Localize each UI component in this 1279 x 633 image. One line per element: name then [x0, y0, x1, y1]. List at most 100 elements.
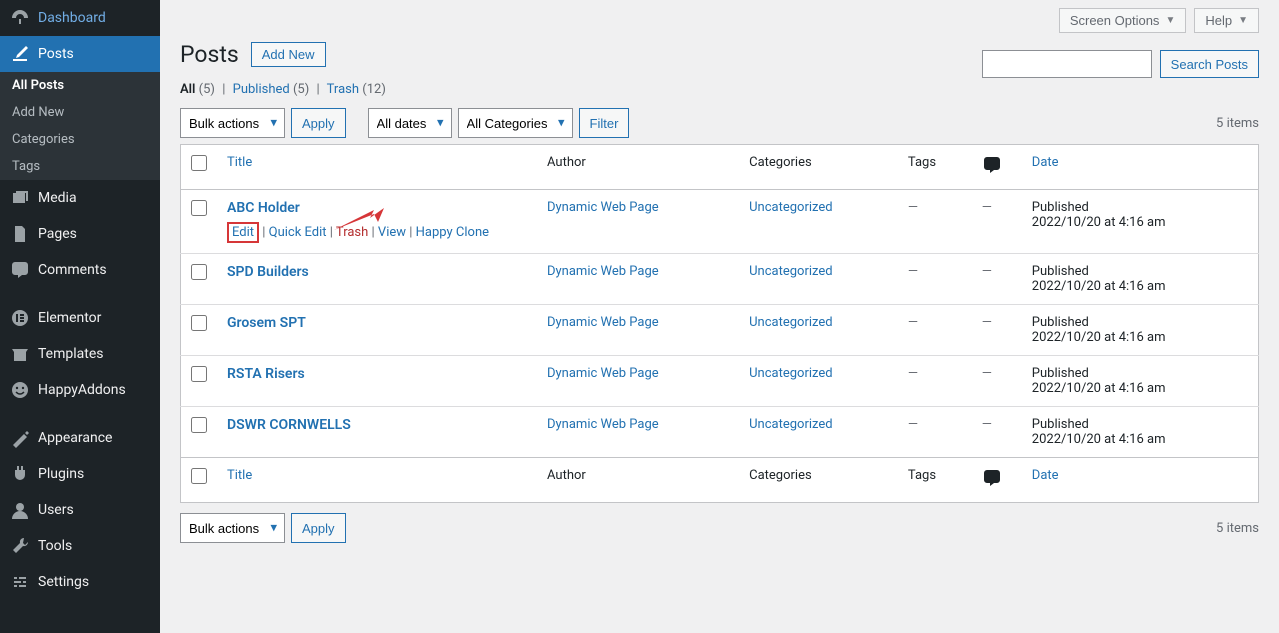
post-title-link[interactable]: Grosem SPT	[227, 315, 306, 331]
dashboard-icon	[10, 8, 30, 28]
sidebar-item-pages[interactable]: Pages	[0, 216, 160, 252]
category-link[interactable]: Uncategorized	[749, 315, 832, 330]
comments-cell: —	[982, 264, 992, 279]
happy-clone-link[interactable]: Happy Clone	[416, 225, 489, 240]
col-tags: Tags	[898, 458, 972, 503]
sidebar-item-plugins[interactable]: Plugins	[0, 456, 160, 492]
sidebar-sub-categories[interactable]: Categories	[0, 126, 160, 153]
comments-icon	[10, 260, 30, 280]
tags-cell: —	[908, 200, 918, 215]
sidebar-item-label: Posts	[38, 46, 74, 62]
templates-icon	[10, 344, 30, 364]
col-title[interactable]: Title	[227, 468, 252, 483]
appearance-icon	[10, 428, 30, 448]
col-date[interactable]: Date	[1032, 155, 1059, 170]
category-link[interactable]: Uncategorized	[749, 417, 832, 432]
author-link[interactable]: Dynamic Web Page	[547, 417, 659, 432]
author-link[interactable]: Dynamic Web Page	[547, 366, 659, 381]
posts-table: Title Author Categories Tags Date ABC Ho…	[180, 144, 1259, 503]
post-title-link[interactable]: RSTA Risers	[227, 366, 305, 382]
col-title[interactable]: Title	[227, 155, 252, 170]
sidebar-item-label: Pages	[38, 226, 77, 242]
sidebar-item-label: Templates	[38, 346, 104, 362]
sidebar-item-label: Settings	[38, 574, 89, 590]
select-all-checkbox-bottom[interactable]	[191, 468, 207, 484]
date-filter-select[interactable]: All dates	[368, 108, 452, 138]
sidebar-sub-all-posts[interactable]: All Posts	[0, 72, 160, 99]
date-cell: Published 2022/10/20 at 4:16 am	[1022, 305, 1259, 356]
sidebar-item-settings[interactable]: Settings	[0, 564, 160, 600]
sidebar-item-label: Plugins	[38, 466, 84, 482]
items-count-bottom: 5 items	[1216, 521, 1259, 536]
date-cell: Published 2022/10/20 at 4:16 am	[1022, 190, 1259, 254]
sidebar-sub-tags[interactable]: Tags	[0, 153, 160, 180]
screen-options-button[interactable]: Screen Options▼	[1059, 8, 1187, 33]
author-link[interactable]: Dynamic Web Page	[547, 264, 659, 279]
add-new-button[interactable]: Add New	[251, 42, 326, 67]
sidebar-item-tools[interactable]: Tools	[0, 528, 160, 564]
sidebar-item-label: Users	[38, 502, 74, 518]
row-checkbox[interactable]	[191, 200, 207, 216]
settings-icon	[10, 572, 30, 592]
date-cell: Published 2022/10/20 at 4:16 am	[1022, 407, 1259, 458]
category-link[interactable]: Uncategorized	[749, 366, 832, 381]
filter-trash[interactable]: Trash	[327, 82, 359, 97]
quick-edit-link[interactable]: Quick Edit	[269, 225, 327, 240]
select-all-checkbox[interactable]	[191, 155, 207, 171]
col-categories: Categories	[739, 145, 898, 190]
view-link[interactable]: View	[378, 225, 406, 240]
row-checkbox[interactable]	[191, 417, 207, 433]
media-icon	[10, 188, 30, 208]
help-button[interactable]: Help▼	[1194, 8, 1259, 33]
row-checkbox[interactable]	[191, 264, 207, 280]
sidebar-item-appearance[interactable]: Appearance	[0, 420, 160, 456]
sidebar-item-label: Comments	[38, 262, 107, 278]
bulk-actions-select-bottom[interactable]: Bulk actions	[180, 513, 285, 543]
sidebar-item-happyaddons[interactable]: HappyAddons	[0, 372, 160, 408]
sidebar-item-label: Elementor	[38, 310, 101, 326]
table-row: SPD Builders Dynamic Web Page Uncategori…	[181, 254, 1259, 305]
post-title-link[interactable]: DSWR CORNWELLS	[227, 417, 351, 433]
col-date[interactable]: Date	[1032, 468, 1059, 483]
apply-bulk-button-bottom[interactable]: Apply	[291, 513, 346, 543]
comments-cell: —	[982, 417, 992, 432]
author-link[interactable]: Dynamic Web Page	[547, 200, 659, 215]
admin-sidebar: Dashboard Posts All PostsAdd NewCategories…	[0, 0, 160, 633]
tags-cell: —	[908, 417, 918, 432]
bulk-actions-select[interactable]: Bulk actions	[180, 108, 285, 138]
sidebar-item-dashboard[interactable]: Dashboard	[0, 0, 160, 36]
edit-link[interactable]: Edit	[232, 225, 254, 240]
sidebar-item-label: Appearance	[38, 430, 112, 446]
trash-link[interactable]: Trash	[336, 225, 368, 240]
filter-button[interactable]: Filter	[579, 108, 630, 138]
sidebar-item-elementor[interactable]: Elementor	[0, 300, 160, 336]
category-link[interactable]: Uncategorized	[749, 200, 832, 215]
category-link[interactable]: Uncategorized	[749, 264, 832, 279]
row-checkbox[interactable]	[191, 366, 207, 382]
search-posts-button[interactable]: Search Posts	[1160, 50, 1259, 78]
apply-bulk-button[interactable]: Apply	[291, 108, 346, 138]
sidebar-item-posts[interactable]: Posts	[0, 36, 160, 72]
sidebar-sub-add-new[interactable]: Add New	[0, 99, 160, 126]
sidebar-item-templates[interactable]: Templates	[0, 336, 160, 372]
author-link[interactable]: Dynamic Web Page	[547, 315, 659, 330]
post-title-link[interactable]: ABC Holder	[227, 200, 300, 216]
col-author: Author	[537, 145, 739, 190]
sidebar-item-comments[interactable]: Comments	[0, 252, 160, 288]
sidebar-item-users[interactable]: Users	[0, 492, 160, 528]
comments-cell: —	[982, 366, 992, 381]
row-checkbox[interactable]	[191, 315, 207, 331]
pages-icon	[10, 224, 30, 244]
date-cell: Published 2022/10/20 at 4:16 am	[1022, 254, 1259, 305]
sidebar-item-label: Dashboard	[38, 10, 106, 26]
filter-published[interactable]: Published	[233, 82, 290, 97]
sidebar-item-media[interactable]: Media	[0, 180, 160, 216]
plugins-icon	[10, 464, 30, 484]
comments-cell: —	[982, 315, 992, 330]
comments-icon	[982, 164, 1002, 179]
filter-all[interactable]: All	[180, 82, 195, 97]
table-row: RSTA Risers Dynamic Web Page Uncategoriz…	[181, 356, 1259, 407]
post-title-link[interactable]: SPD Builders	[227, 264, 309, 280]
search-input[interactable]	[982, 50, 1152, 78]
category-filter-select[interactable]: All Categories	[458, 108, 573, 138]
